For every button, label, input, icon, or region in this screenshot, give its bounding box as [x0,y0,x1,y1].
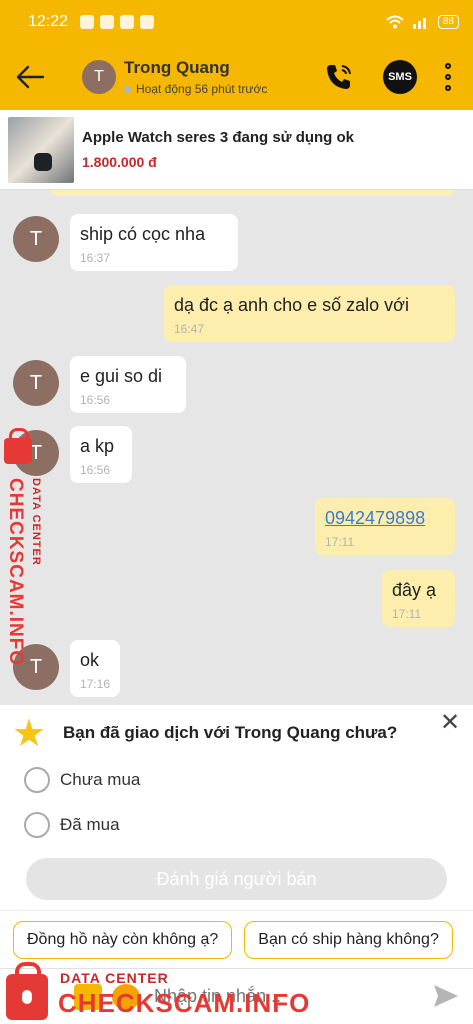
previous-message-bubble [50,190,455,196]
survey-option-not-bought[interactable]: Chưa mua [24,767,140,793]
phone-icon[interactable] [323,61,355,93]
status-time: 12:22 [28,13,69,30]
send-icon[interactable] [432,983,460,1009]
rate-seller-button[interactable]: Đánh giá người bán [26,858,447,900]
notification-icon [140,15,155,29]
message-bubble-outgoing[interactable]: đây ạ 17:11 [382,570,455,627]
message-time: 17:11 [392,607,422,621]
product-card[interactable]: Apple Watch seres 3 đang sử dụng ok 1.80… [0,110,473,190]
watermark-small-text: DATA CENTER [30,478,42,566]
message-bubble-outgoing[interactable]: dạ đc ạ anh cho e số zalo với 16:47 [164,285,455,342]
quick-reply-chip[interactable]: Bạn có ship hàng không? [244,920,453,959]
message-time: 16:56 [80,393,111,407]
message-text: ship có cọc nha [80,224,206,244]
product-title: Apple Watch seres 3 đang sử dụng ok [82,129,355,146]
watermark-small-text: DATA CENTER [60,970,169,986]
message-text: e gui so di [80,366,163,386]
wifi-icon [386,15,404,29]
message-avatar: T [13,360,59,406]
product-thumbnail [8,116,74,183]
more-options-icon[interactable] [445,63,451,91]
star-icon: ★ [12,713,47,755]
contact-name: Trong Quang [124,58,230,77]
message-bubble-incoming[interactable]: a kp 16:56 [70,426,132,483]
radio-button[interactable] [24,812,50,838]
survey-question: Bạn đã giao dịch với Trong Quang chưa? [63,723,398,742]
message-bubble-outgoing[interactable]: 0942479898 17:11 [315,498,455,555]
status-bar: 12:22 88 [0,0,473,44]
notification-icon [100,15,115,29]
quick-reply-chip[interactable]: Đồng hồ này còn không ạ? [13,920,233,959]
message-time: 16:37 [80,251,111,265]
message-time: 16:56 [80,463,111,477]
notification-icon [80,15,95,29]
message-bubble-incoming[interactable]: ship có cọc nha 16:37 [70,214,238,271]
close-icon[interactable]: ✕ [440,711,460,735]
option-label: Đã mua [60,815,120,834]
phone-number-link[interactable]: 0942479898 [325,508,425,528]
watermark-bottom: DATA CENTER CHECKSCAM.INFO [4,962,309,1024]
product-price: 1.800.000 đ [82,154,157,170]
status-text: Hoạt động 56 phút trước [136,82,268,96]
watermark-big-text: CHECKSCAM.INFO [58,988,311,1018]
message-text: đây ạ [392,580,437,600]
back-arrow-icon [16,65,45,89]
watermark-vertical: DATA CENTER CHECKSCAM.INFO [0,428,50,670]
message-time: 16:47 [174,322,205,336]
battery-icon: 88 [437,15,459,29]
message-avatar: T [13,216,59,262]
message-time: 17:16 [80,677,111,691]
transaction-survey: ★ Bạn đã giao dịch với Trong Quang chưa?… [0,705,473,910]
lock-icon [6,962,48,1020]
status-dot-icon [124,85,131,93]
message-bubble-incoming[interactable]: ok 17:16 [70,640,120,697]
header-actions: SMS [323,60,473,94]
notification-icon [120,15,135,29]
message-bubble-incoming[interactable]: e gui so di 16:56 [70,356,186,413]
message-time: 17:11 [325,535,355,549]
avatar[interactable]: T [82,60,116,94]
option-label: Chưa mua [60,770,141,789]
message-list[interactable]: T ship có cọc nha 16:37 dạ đc ạ anh cho … [0,190,473,705]
system-icons: 88 [386,15,459,29]
lock-icon [4,428,32,464]
survey-option-bought[interactable]: Đã mua [24,812,120,838]
contact-status: Hoạt động 56 phút trước [124,82,284,96]
radio-button[interactable] [24,767,50,793]
back-button[interactable] [0,44,60,110]
watermark-big-text: CHECKSCAM.INFO [5,478,26,667]
message-text: a kp [80,436,115,456]
signal-icon [412,18,426,29]
quick-replies: Đồng hồ này còn không ạ? Bạn có ship hàn… [0,910,473,968]
notification-icons [80,15,155,29]
chat-header: T Trong Quang Hoạt động 56 phút trước SM… [0,44,473,110]
contact-info[interactable]: Trong Quang Hoạt động 56 phút trước [124,58,284,96]
message-text: ok [80,650,100,670]
message-text: dạ đc ạ anh cho e số zalo với [174,295,409,315]
sms-button[interactable]: SMS [383,60,417,94]
